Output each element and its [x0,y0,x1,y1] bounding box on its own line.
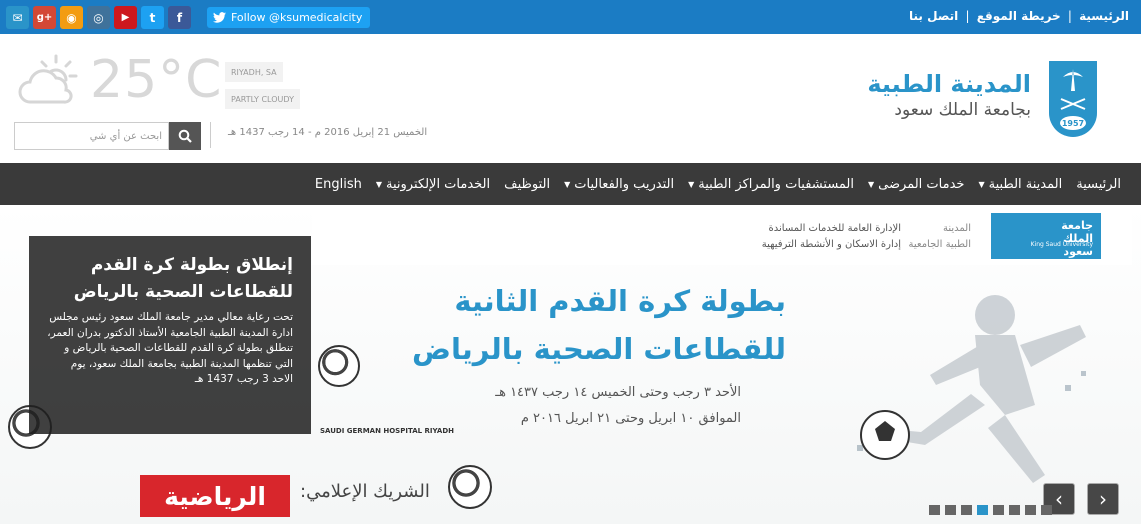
football-icon [318,345,360,387]
site-header: 25°C RIYADH, SA PARTLY CLOUDY ابحث عن أي… [0,34,1141,163]
caret-down-icon: ▼ [688,179,695,189]
rss-icon[interactable]: ◉ [60,6,83,29]
top-link-separator: | [965,9,970,23]
nav-item-training[interactable]: التدريب والفعاليات ▼ [564,177,674,192]
slider-pagination [929,505,1052,515]
chevron-left-icon: ‹ [1055,487,1063,511]
top-link-separator: | [1067,9,1072,23]
banner-headline: بطولة كرة القدم الثانية للقطاعات الصحية … [412,284,786,366]
slider-dot[interactable] [929,505,940,515]
nav-item-home[interactable]: الرئيسية [1076,177,1121,192]
slider-dot[interactable] [1025,505,1036,515]
instagram-icon[interactable]: ◎ [87,6,110,29]
logo-subtitle: بجامعة الملك سعود [894,100,1031,120]
chevron-right-icon: › [1099,487,1107,511]
social-links: ✉ g+ ◉ ◎ ▶ t f [6,6,191,29]
slider-next-button[interactable]: › [1087,483,1119,515]
nav-item-english[interactable]: English [315,177,362,192]
top-links: الرئيسية | خريطة الموقع | اتصل بنا [909,9,1129,23]
partly-cloudy-icon [18,54,78,104]
top-link-home[interactable]: الرئيسية [1079,9,1129,23]
slide-caption[interactable]: إنطلاق بطولة كرة القدم للقطاعات الصحية ب… [29,236,311,434]
main-nav: الرئيسية المدينة الطبية ▼ خدمات المرضى ▼ ا… [0,163,1141,205]
top-link-contact[interactable]: اتصل بنا [909,9,958,23]
banner-department: الإدارة العامة للخدمات المساندة إدارة ال… [761,223,901,250]
banner-dates: الأحد ٣ رجب وحتى الخميس ١٤ رجب ١٤٣٧ هـ ا… [495,385,741,426]
weather-location: RIYADH, SA [225,62,283,82]
slide-caption-body: تحت رعاية معالي مدير جامعة الملك سعود رئ… [47,311,293,385]
nav-item-eservices[interactable]: الخدمات الإلكترونية ▼ [376,177,490,192]
slider-dot[interactable] [1009,505,1020,515]
current-date: الخميس 21 إبريل 2016 م - 14 رجب 1437 هـ [228,127,428,138]
caret-down-icon: ▼ [978,179,985,189]
partner-label: الشريك الإعلامي: [300,481,430,502]
ksu-banner-logo-ar: جامعة الملك سعود [1061,219,1093,258]
sponsor-saudi-german: SAUDI GERMAN HOSPITAL RIYADH [320,427,454,435]
slider-dot[interactable] [961,505,972,515]
nav-item-medical-city[interactable]: المدينة الطبية ▼ [978,177,1062,192]
top-bar: ✉ g+ ◉ ◎ ▶ t f Follow @ksumedicalcity ال… [0,0,1141,34]
caret-down-icon: ▼ [375,179,382,189]
slider-dot[interactable] [977,505,988,515]
email-icon[interactable]: ✉ [6,6,29,29]
nav-item-patient-services[interactable]: خدمات المرضى ▼ [868,177,964,192]
partner-logo: الرياضية [140,475,290,517]
search-input[interactable]: ابحث عن أي شي [14,122,169,150]
twitter-bird-icon [213,12,226,23]
weather-condition: PARTLY CLOUDY [225,89,300,109]
facebook-icon[interactable]: f [168,6,191,29]
search-icon [178,129,192,143]
youtube-icon[interactable]: ▶ [114,6,137,29]
logo-title: المدينة الطبية [867,70,1031,98]
caret-down-icon: ▼ [868,179,875,189]
slider-dot[interactable] [993,505,1004,515]
header-divider [210,122,211,148]
slider-dot[interactable] [1041,505,1052,515]
search-button[interactable] [169,122,201,150]
top-link-sitemap[interactable]: خريطة الموقع [977,9,1061,23]
follow-label: Follow @ksumedicalcity [231,11,363,24]
emblem-year: 1957 [1062,119,1084,128]
football-player-illustration [857,295,1086,483]
ksu-banner-logo-en: King Saud University [1030,241,1093,248]
nav-item-hospitals[interactable]: المستشفيات والمراكز الطبية ▼ [688,177,854,192]
nav-item-jobs[interactable]: التوظيف [504,177,550,192]
media-partner: الرياضية الشريك الإعلامي: [140,471,495,523]
caret-down-icon: ▼ [564,179,571,189]
temperature: 25°C [90,50,223,110]
slide-caption-title[interactable]: إنطلاق بطولة كرة القدم للقطاعات الصحية ب… [47,252,293,306]
twitter-icon[interactable]: t [141,6,164,29]
twitter-follow-button[interactable]: Follow @ksumedicalcity [207,7,371,28]
ksu-emblem-logo[interactable]: 1957 [1045,57,1101,141]
site-logo-text[interactable]: المدينة الطبية بجامعة الملك سعود [867,70,1031,120]
slider-dot[interactable] [945,505,956,515]
hero-slider[interactable]: جامعة الملك سعود King Saud University ال… [0,205,1141,524]
google-plus-icon[interactable]: g+ [33,6,56,29]
banner-medcity-name: المدينة الطبية الجامعية [908,223,972,250]
